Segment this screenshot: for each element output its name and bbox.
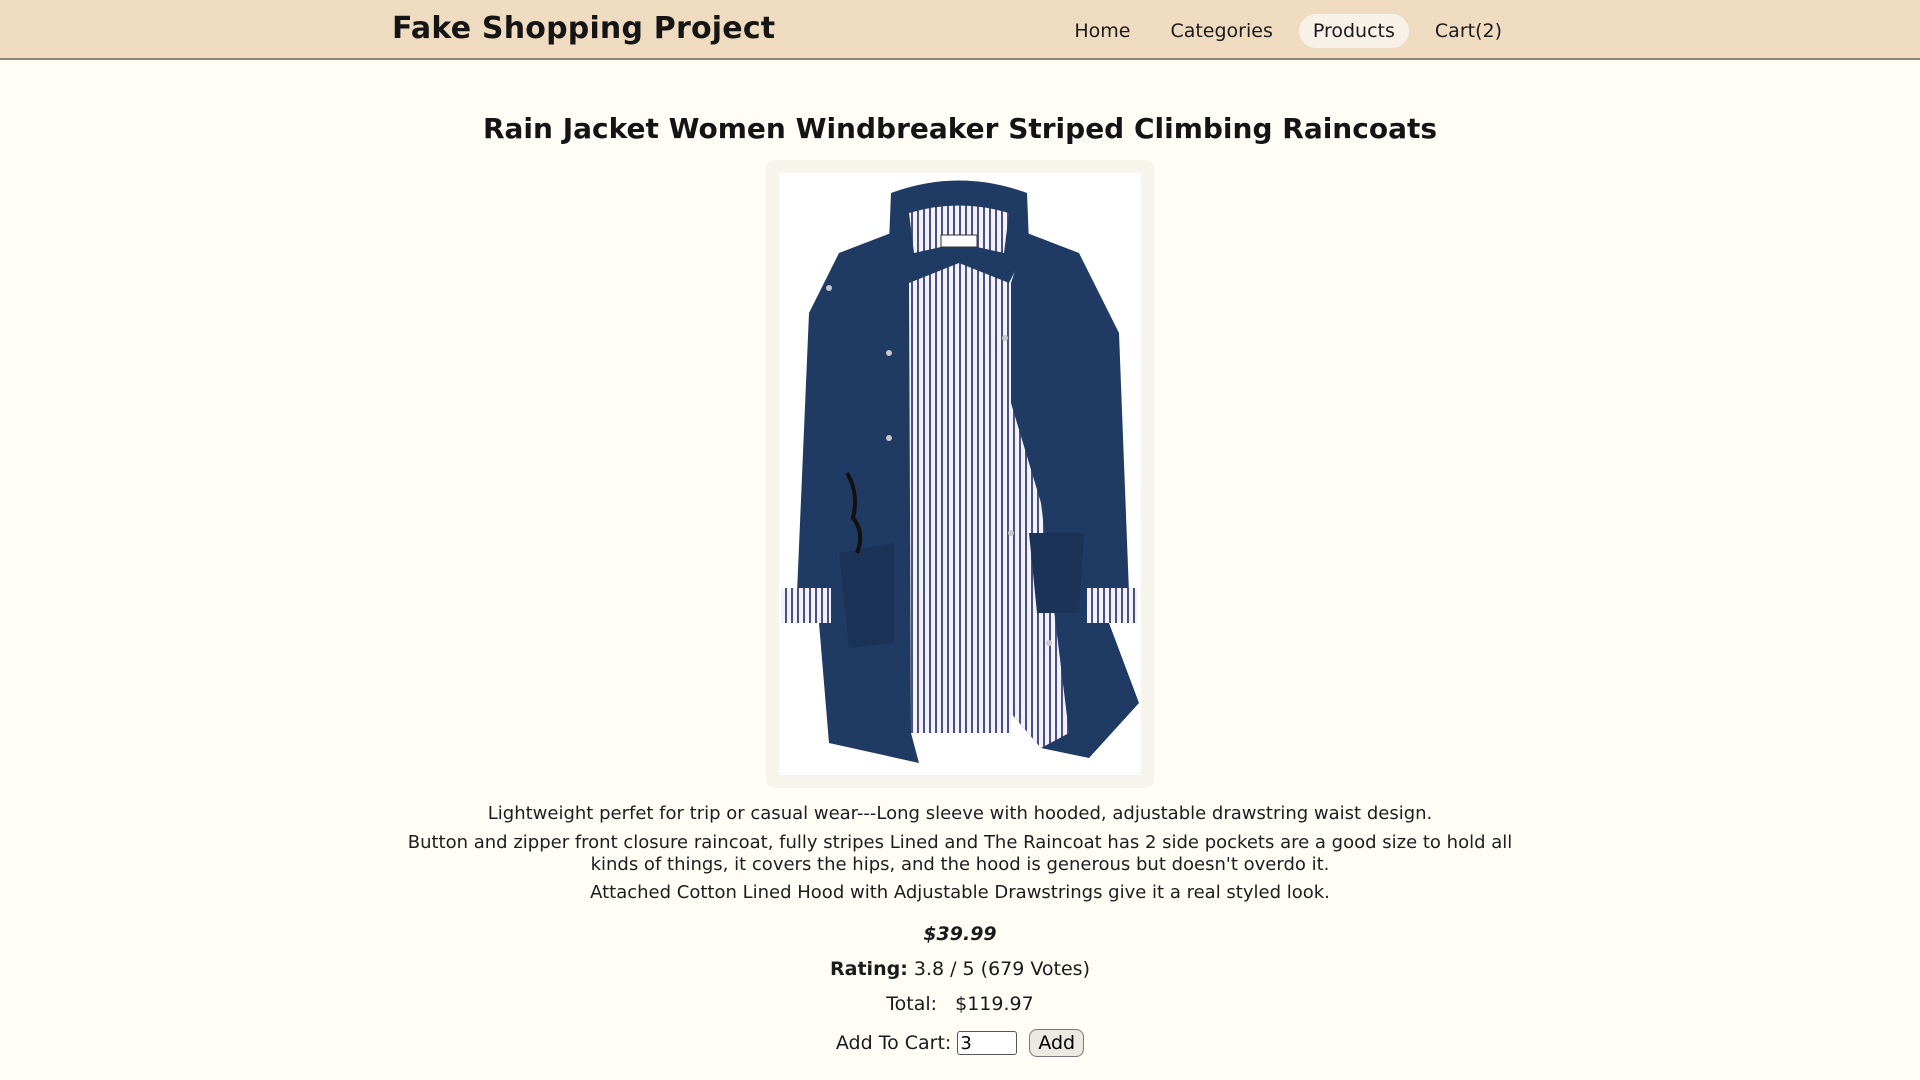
order-total: Total: $119.97	[0, 993, 1920, 1015]
product-description-line-1: Lightweight perfet for trip or casual we…	[487, 803, 1433, 824]
rating-value: 3.8 / 5 (679 Votes)	[913, 958, 1090, 980]
main-nav: Home Categories Products Cart(2)	[1060, 14, 1516, 48]
add-to-cart-row: Add To Cart: Add	[0, 1029, 1920, 1057]
add-to-cart-label: Add To Cart:	[835, 1032, 952, 1054]
product-description-line-2: Button and zipper front closure raincoat…	[407, 832, 1513, 875]
nav-home[interactable]: Home	[1060, 14, 1144, 48]
product-image	[779, 173, 1141, 775]
product-price: $39.99	[923, 923, 997, 945]
nav-products[interactable]: Products	[1298, 14, 1409, 48]
top-nav-bar: Fake Shopping Project Home Categories Pr…	[0, 0, 1920, 60]
add-button[interactable]: Add	[1029, 1029, 1085, 1057]
site-brand[interactable]: Fake Shopping Project	[392, 11, 775, 46]
nav-cart[interactable]: Cart(2)	[1421, 14, 1516, 48]
navy-rain-jacket-image	[781, 180, 1139, 763]
product-title: Rain Jacket Women Windbreaker Striped Cl…	[482, 112, 1438, 145]
rating-label: Rating:	[830, 958, 908, 980]
total-value: $119.97	[955, 993, 1034, 1015]
total-label: Total:	[886, 993, 938, 1015]
quantity-input[interactable]	[957, 1031, 1018, 1055]
product-rating: Rating: 3.8 / 5 (679 Votes)	[0, 958, 1920, 980]
nav-categories[interactable]: Categories	[1156, 14, 1286, 48]
product-image-frame	[766, 160, 1154, 788]
product-description-line-3: Attached Cotton Lined Hood with Adjustab…	[590, 882, 1330, 903]
